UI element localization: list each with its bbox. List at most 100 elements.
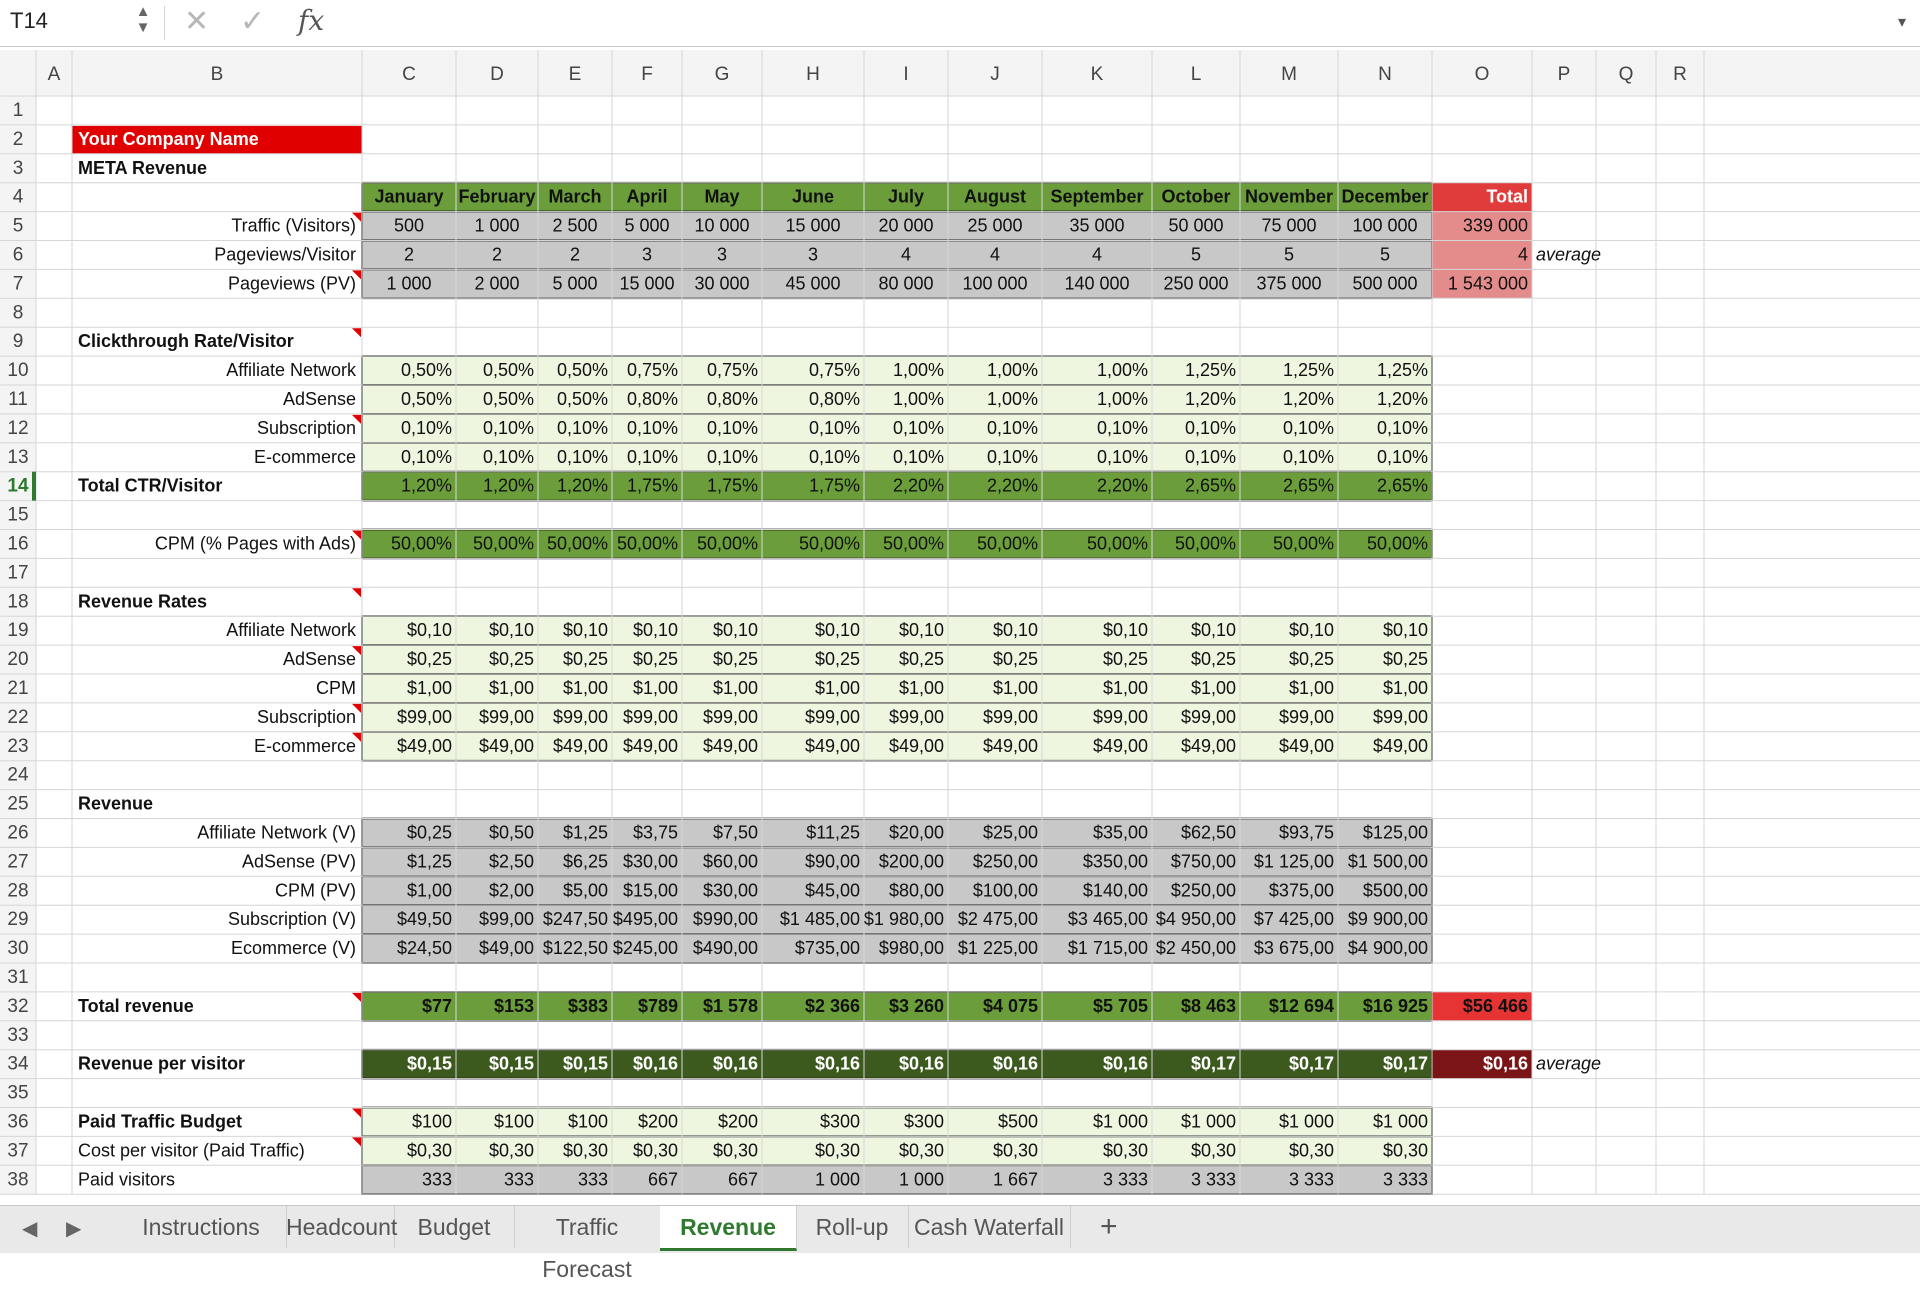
- cell-H12[interactable]: 0,10%: [809, 418, 860, 438]
- cell-M16[interactable]: 50,00%: [1273, 534, 1334, 554]
- row-header-19[interactable]: 19: [7, 620, 28, 641]
- cell-I34[interactable]: $0,16: [899, 1054, 944, 1074]
- cell-J12[interactable]: 0,10%: [987, 418, 1038, 438]
- row-label-19[interactable]: Affiliate Network: [226, 620, 357, 640]
- cell-E4[interactable]: March: [548, 187, 601, 207]
- cell-G10[interactable]: 0,75%: [707, 360, 758, 380]
- row-header-1[interactable]: 1: [13, 100, 24, 121]
- cell-I27[interactable]: $200,00: [879, 851, 944, 871]
- cell-M12[interactable]: 0,10%: [1283, 418, 1334, 438]
- cell-F11[interactable]: 0,80%: [627, 389, 678, 409]
- column-header-K[interactable]: K: [1091, 64, 1104, 85]
- cell-G38[interactable]: 667: [728, 1169, 758, 1189]
- cell-M34[interactable]: $0,17: [1289, 1054, 1334, 1074]
- cell-C16[interactable]: 50,00%: [391, 534, 452, 554]
- cell-K11[interactable]: 1,00%: [1097, 389, 1148, 409]
- cell-L12[interactable]: 0,10%: [1185, 418, 1236, 438]
- cell-G16[interactable]: 50,00%: [697, 534, 758, 554]
- cell-C32[interactable]: $77: [422, 996, 452, 1016]
- cell-F37[interactable]: $0,30: [633, 1140, 678, 1160]
- cell-J29[interactable]: $2 475,00: [958, 909, 1038, 929]
- cell-J4[interactable]: August: [964, 187, 1026, 207]
- cell-G6[interactable]: 3: [717, 245, 727, 265]
- column-header-A[interactable]: A: [48, 64, 61, 85]
- row-header-3[interactable]: 3: [13, 158, 24, 179]
- cell-H6[interactable]: 3: [808, 245, 818, 265]
- cell-E36[interactable]: $100: [568, 1112, 608, 1132]
- cell-N23[interactable]: $49,00: [1373, 736, 1428, 756]
- row-label-18[interactable]: Revenue Rates: [78, 591, 207, 611]
- cell-I37[interactable]: $0,30: [899, 1140, 944, 1160]
- cell-N22[interactable]: $99,00: [1373, 707, 1428, 727]
- cell-J36[interactable]: $500: [998, 1112, 1038, 1132]
- cell-F4[interactable]: April: [626, 187, 667, 207]
- cell-E37[interactable]: $0,30: [563, 1140, 608, 1160]
- row-header-14[interactable]: 14: [7, 476, 29, 497]
- cell-E21[interactable]: $1,00: [563, 678, 608, 698]
- cell-G11[interactable]: 0,80%: [707, 389, 758, 409]
- cell-C34[interactable]: $0,15: [407, 1054, 452, 1074]
- row-label-5[interactable]: Traffic (Visitors): [231, 216, 356, 236]
- cell-C22[interactable]: $99,00: [397, 707, 452, 727]
- cell-N4[interactable]: December: [1341, 187, 1428, 207]
- cell-J34[interactable]: $0,16: [993, 1054, 1038, 1074]
- cell-N32[interactable]: $16 925: [1363, 996, 1428, 1016]
- cell-F14[interactable]: 1,75%: [627, 476, 678, 496]
- row-header-15[interactable]: 15: [7, 505, 28, 526]
- cell-M37[interactable]: $0,30: [1289, 1140, 1334, 1160]
- spreadsheet-grid[interactable]: A B C D E F G H I J K L M N O P Q R1234567891011121314151…: [0, 50, 1920, 1205]
- cell-K38[interactable]: 3 333: [1103, 1169, 1148, 1189]
- cell-D32[interactable]: $153: [494, 996, 534, 1016]
- cell-H13[interactable]: 0,10%: [809, 447, 860, 467]
- sheet-tab-revenue[interactable]: Revenue: [660, 1206, 797, 1251]
- column-header-Q[interactable]: Q: [1619, 64, 1634, 85]
- cell-L23[interactable]: $49,00: [1181, 736, 1236, 756]
- function-icon[interactable]: fx: [298, 4, 324, 37]
- cell-G13[interactable]: 0,10%: [707, 447, 758, 467]
- cell-K6[interactable]: 4: [1092, 245, 1102, 265]
- cell-K19[interactable]: $0,10: [1103, 620, 1148, 640]
- row-header-29[interactable]: 29: [7, 909, 28, 930]
- cell-I32[interactable]: $3 260: [889, 996, 944, 1016]
- cell-M32[interactable]: $12 694: [1269, 996, 1334, 1016]
- average-note-6[interactable]: average: [1536, 245, 1601, 265]
- cell-G20[interactable]: $0,25: [713, 649, 758, 669]
- cell-G29[interactable]: $990,00: [693, 909, 758, 929]
- cell-G36[interactable]: $200: [718, 1112, 758, 1132]
- cell-E7[interactable]: 5 000: [552, 273, 597, 293]
- cell-H20[interactable]: $0,25: [815, 649, 860, 669]
- column-header-F[interactable]: F: [641, 64, 653, 85]
- row-header-32[interactable]: 32: [7, 996, 28, 1017]
- cell-N26[interactable]: $125,00: [1363, 823, 1428, 843]
- cell-E30[interactable]: $122,50: [543, 938, 608, 958]
- row-header-2[interactable]: 2: [13, 129, 24, 150]
- total-cell-7[interactable]: 1 543 000: [1448, 273, 1528, 293]
- cell-L32[interactable]: $8 463: [1181, 996, 1236, 1016]
- cell-F21[interactable]: $1,00: [633, 678, 678, 698]
- row-header-28[interactable]: 28: [7, 880, 28, 901]
- cell-I10[interactable]: 1,00%: [893, 360, 944, 380]
- cell-I12[interactable]: 0,10%: [893, 418, 944, 438]
- cell-E22[interactable]: $99,00: [553, 707, 608, 727]
- cell-D23[interactable]: $49,00: [479, 736, 534, 756]
- row-header-36[interactable]: 36: [7, 1112, 28, 1133]
- row-label-16[interactable]: CPM (% Pages with Ads): [155, 534, 356, 554]
- cell-F19[interactable]: $0,10: [633, 620, 678, 640]
- cell-N36[interactable]: $1 000: [1373, 1112, 1428, 1132]
- cell-E13[interactable]: 0,10%: [557, 447, 608, 467]
- cell-I19[interactable]: $0,10: [899, 620, 944, 640]
- row-header-9[interactable]: 9: [13, 331, 24, 352]
- cell-D22[interactable]: $99,00: [479, 707, 534, 727]
- cell-N12[interactable]: 0,10%: [1377, 418, 1428, 438]
- cell-F34[interactable]: $0,16: [633, 1054, 678, 1074]
- sheet-tab-budget[interactable]: Budget: [394, 1206, 515, 1248]
- row-header-5[interactable]: 5: [13, 216, 24, 237]
- column-header-B[interactable]: B: [211, 64, 224, 85]
- cell-C13[interactable]: 0,10%: [401, 447, 452, 467]
- cell-E23[interactable]: $49,00: [553, 736, 608, 756]
- cell-H32[interactable]: $2 366: [805, 996, 860, 1016]
- cell-D13[interactable]: 0,10%: [483, 447, 534, 467]
- cell-F13[interactable]: 0,10%: [627, 447, 678, 467]
- row-header-20[interactable]: 20: [7, 649, 28, 670]
- sheet-tab-instructions[interactable]: Instructions: [116, 1206, 287, 1248]
